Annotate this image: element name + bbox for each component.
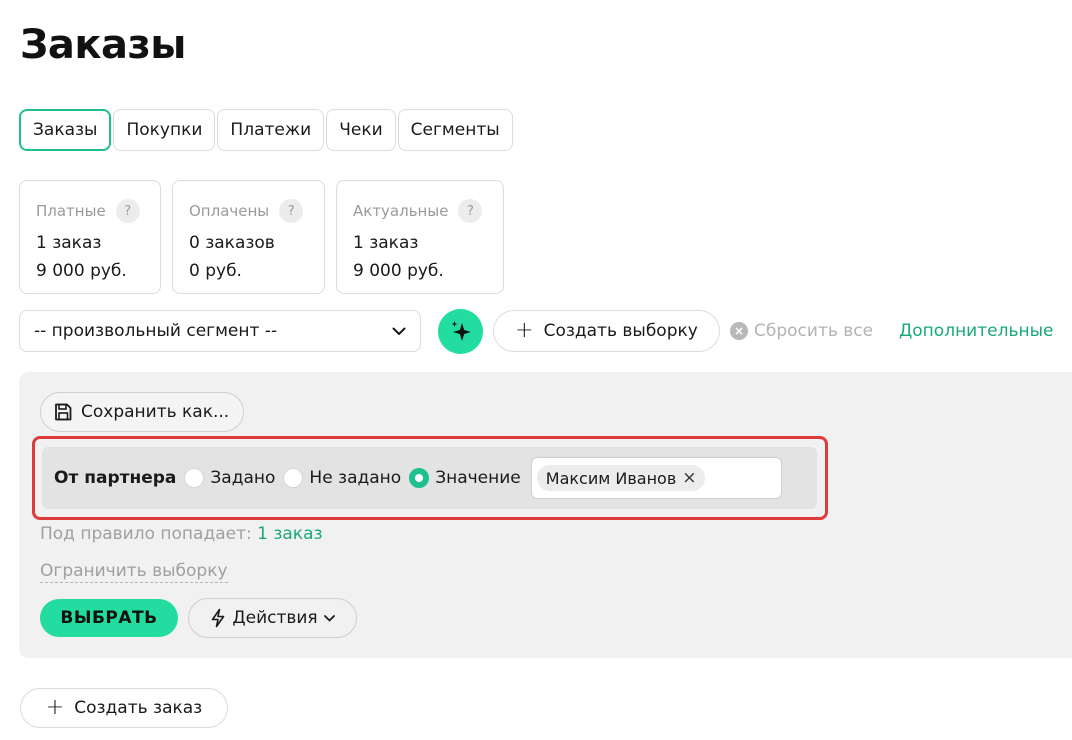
stat-label: Платные	[36, 202, 106, 220]
more-filters-link[interactable]: Дополнительные	[899, 310, 1053, 352]
tab-segments[interactable]: Сегменты	[397, 109, 513, 151]
save-icon	[55, 403, 72, 421]
sparkle-icon	[451, 320, 471, 341]
plus-icon: +	[45, 695, 65, 720]
lightning-icon	[212, 608, 225, 628]
plus-icon: +	[515, 318, 534, 343]
chevron-down-icon	[392, 327, 406, 335]
actions-button[interactable]: Действия	[188, 598, 357, 638]
partner-rule: От партнера Задано Не задано Значение Ма…	[42, 447, 817, 509]
stat-sum: 9 000 руб.	[36, 261, 127, 281]
stat-card-paid: Платные? 1 заказ 9 000 руб.	[19, 180, 161, 294]
reset-all-label: Сбросить все	[754, 321, 874, 341]
save-as-label: Сохранить как...	[81, 402, 230, 422]
page-title: Заказы	[20, 22, 186, 68]
radio-label: Значение	[435, 468, 521, 488]
rule-match-text: Под правило попадает:	[40, 524, 252, 544]
save-as-button[interactable]: Сохранить как...	[40, 392, 245, 432]
radio-label: Не задано	[309, 468, 402, 488]
tab-purchases[interactable]: Покупки	[113, 109, 216, 151]
stat-count: 1 заказ	[36, 233, 102, 253]
segment-select-value: -- произвольный сегмент --	[34, 321, 278, 341]
create-selection-label: Создать выборку	[543, 321, 698, 341]
create-selection-button[interactable]: + Создать выборку	[493, 310, 720, 352]
clear-icon: ×	[730, 322, 748, 340]
segment-select[interactable]: -- произвольный сегмент --	[19, 310, 421, 352]
radio-option-set[interactable]: Задано	[184, 468, 275, 488]
stat-count: 1 заказ	[353, 233, 419, 253]
help-icon[interactable]: ?	[458, 199, 483, 223]
filter-row: -- произвольный сегмент -- + Создать выб…	[19, 309, 1072, 354]
partner-value-input[interactable]: Максим Иванов ×	[530, 457, 782, 499]
tabs-bar: Заказы Покупки Платежи Чеки Сегменты	[19, 109, 513, 151]
reset-all-button[interactable]: × Сбросить все	[730, 310, 873, 352]
stat-count: 0 заказов	[189, 233, 275, 253]
radio-button[interactable]	[283, 468, 304, 488]
rule-label: От партнера	[54, 468, 177, 488]
create-order-label: Создать заказ	[74, 698, 203, 718]
select-button[interactable]: ВЫБРАТЬ	[40, 599, 178, 637]
create-order-button[interactable]: + Создать заказ	[20, 688, 228, 728]
actions-label: Действия	[232, 608, 318, 628]
remove-chip-icon[interactable]: ×	[682, 468, 696, 488]
ai-sparkle-button[interactable]	[438, 309, 483, 354]
radio-label: Задано	[210, 468, 276, 488]
tab-payments[interactable]: Платежи	[217, 109, 325, 151]
rule-match-link[interactable]: 1 заказ	[257, 524, 322, 544]
help-icon[interactable]: ?	[115, 199, 140, 223]
filter-panel: Сохранить как... От партнера Задано Не з…	[19, 372, 1072, 658]
stat-sum: 0 руб.	[189, 261, 242, 281]
radio-option-value[interactable]: Значение	[409, 468, 521, 488]
stat-label: Оплачены	[189, 202, 270, 220]
stats-row: Платные? 1 заказ 9 000 руб. Оплачены? 0 …	[19, 180, 504, 294]
rule-match-count: Под правило попадает: 1 заказ	[40, 524, 323, 544]
radio-button[interactable]	[184, 468, 205, 488]
stat-card-settled: Оплачены? 0 заказов 0 руб.	[172, 180, 325, 294]
help-icon[interactable]: ?	[279, 199, 304, 223]
chevron-down-icon	[323, 614, 335, 621]
limit-selection-link[interactable]: Ограничить выборку	[40, 560, 228, 583]
tab-receipts[interactable]: Чеки	[326, 109, 396, 151]
chip-label: Максим Иванов	[545, 468, 677, 488]
stat-label: Актуальные	[353, 202, 449, 220]
stat-sum: 9 000 руб.	[353, 261, 444, 281]
rule-highlight-frame: От партнера Задано Не задано Значение Ма…	[32, 436, 828, 520]
stat-card-actual: Актуальные? 1 заказ 9 000 руб.	[336, 180, 504, 294]
partner-chip: Максим Иванов ×	[536, 465, 705, 491]
radio-option-not-set[interactable]: Не задано	[283, 468, 401, 488]
tab-orders[interactable]: Заказы	[19, 109, 112, 151]
radio-button-checked[interactable]	[409, 468, 430, 488]
